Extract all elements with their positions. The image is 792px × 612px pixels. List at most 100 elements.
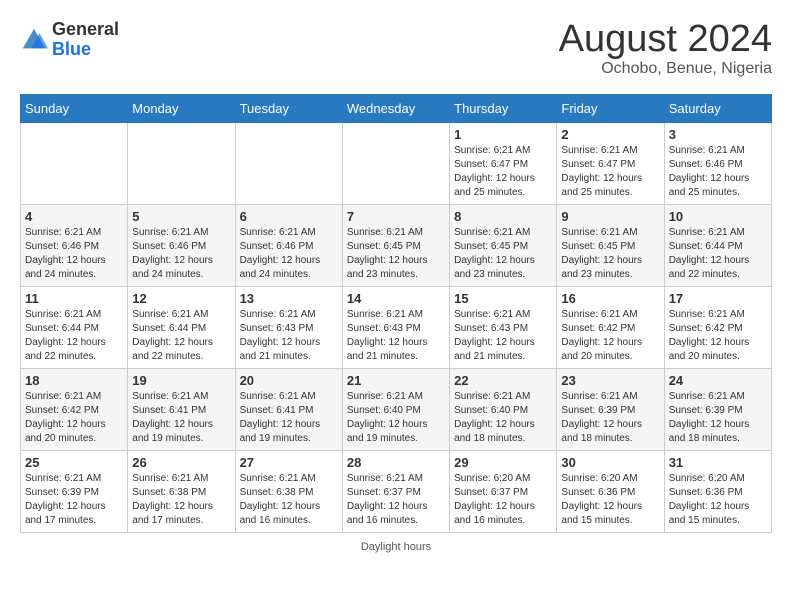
day-info: Sunrise: 6:21 AM Sunset: 6:47 PM Dayligh… [454, 144, 552, 200]
day-info: Sunrise: 6:21 AM Sunset: 6:47 PM Dayligh… [561, 144, 659, 200]
calendar-cell: 9 Sunrise: 6:21 AM Sunset: 6:45 PM Daylig… [557, 205, 664, 287]
day-number: 10 [669, 209, 767, 224]
day-info: Sunrise: 6:21 AM Sunset: 6:41 PM Dayligh… [240, 390, 338, 446]
location-text: Ochobo, Benue, Nigeria [559, 60, 772, 78]
day-number: 14 [347, 291, 445, 306]
calendar-cell: 30 Sunrise: 6:20 AM Sunset: 6:36 PM Dayli… [557, 451, 664, 533]
day-info: Sunrise: 6:21 AM Sunset: 6:39 PM Dayligh… [561, 390, 659, 446]
day-info: Sunrise: 6:21 AM Sunset: 6:43 PM Dayligh… [240, 308, 338, 364]
calendar-week-row: 11 Sunrise: 6:21 AM Sunset: 6:44 PM Dayli… [21, 287, 772, 369]
calendar-cell: 21Sunrise: 6:21 AM Sunset: 6:40 PM Dayli… [342, 369, 449, 451]
day-number: 11 [25, 291, 123, 306]
day-info: Sunrise: 6:21 AM Sunset: 6:45 PM Dayligh… [561, 226, 659, 282]
day-number: 26 [132, 455, 230, 470]
day-number: 9 [561, 209, 659, 224]
day-number: 16 [561, 291, 659, 306]
day-number: 28 [347, 455, 445, 470]
calendar-cell: 12Sunrise: 6:21 AM Sunset: 6:44 PM Dayli… [128, 287, 235, 369]
calendar-cell: 17 Sunrise: 6:21 AM Sunset: 6:42 PM Dayli… [664, 287, 771, 369]
logo-text: General Blue [52, 20, 119, 60]
calendar-cell: 16 Sunrise: 6:21 AM Sunset: 6:42 PM Dayli… [557, 287, 664, 369]
calendar-cell [128, 123, 235, 205]
day-number: 29 [454, 455, 552, 470]
day-info: Sunrise: 6:21 AM Sunset: 6:46 PM Dayligh… [669, 144, 767, 200]
calendar-cell: 27 Sunrise: 6:21 AM Sunset: 6:38 PM Dayli… [235, 451, 342, 533]
day-number: 17 [669, 291, 767, 306]
calendar-cell: 14 Sunrise: 6:21 AM Sunset: 6:43 PM Dayli… [342, 287, 449, 369]
calendar-cell: 15 Sunrise: 6:21 AM Sunset: 6:43 PM Dayli… [450, 287, 557, 369]
logo-icon [20, 26, 48, 54]
calendar-cell: 1 Sunrise: 6:21 AM Sunset: 6:47 PM Daylig… [450, 123, 557, 205]
calendar-cell: 23 Sunrise: 6:21 AM Sunset: 6:39 PM Dayli… [557, 369, 664, 451]
day-number: 21 [347, 373, 445, 388]
calendar-cell: 7 Sunrise: 6:21 AM Sunset: 6:45 PM Daylig… [342, 205, 449, 287]
day-info: Sunrise: 6:21 AM Sunset: 6:43 PM Dayligh… [454, 308, 552, 364]
day-info: Sunrise: 6:21 AM Sunset: 6:39 PM Dayligh… [669, 390, 767, 446]
day-number: 5 [132, 209, 230, 224]
day-info: Sunrise: 6:21 AM Sunset: 6:45 PM Dayligh… [347, 226, 445, 282]
calendar-cell: 26 Sunrise: 6:21 AM Sunset: 6:38 PM Dayli… [128, 451, 235, 533]
day-info: Sunrise: 6:21 AM Sunset: 6:42 PM Dayligh… [669, 308, 767, 364]
day-number: 2 [561, 127, 659, 142]
day-info: Sunrise: 6:21 AM Sunset: 6:46 PM Dayligh… [240, 226, 338, 282]
calendar-day-header: Friday [557, 95, 664, 123]
day-info: Sunrise: 6:21 AM Sunset: 6:41 PM Dayligh… [132, 390, 230, 446]
day-number: 1 [454, 127, 552, 142]
day-info: Sunrise: 6:21 AM Sunset: 6:42 PM Dayligh… [25, 390, 123, 446]
day-number: 4 [25, 209, 123, 224]
day-info: Sunrise: 6:21 AM Sunset: 6:44 PM Dayligh… [132, 308, 230, 364]
day-number: 23 [561, 373, 659, 388]
calendar-day-header: Thursday [450, 95, 557, 123]
day-number: 6 [240, 209, 338, 224]
day-number: 24 [669, 373, 767, 388]
calendar-cell: 28 Sunrise: 6:21 AM Sunset: 6:37 PM Dayli… [342, 451, 449, 533]
day-number: 30 [561, 455, 659, 470]
calendar-week-row: 25Sunrise: 6:21 AM Sunset: 6:39 PM Dayli… [21, 451, 772, 533]
calendar-cell: 29Sunrise: 6:20 AM Sunset: 6:37 PM Dayli… [450, 451, 557, 533]
day-number: 15 [454, 291, 552, 306]
calendar-table: SundayMondayTuesdayWednesdayThursdayFrid… [20, 94, 772, 533]
day-info: Sunrise: 6:21 AM Sunset: 6:44 PM Dayligh… [25, 308, 123, 364]
calendar-cell [235, 123, 342, 205]
day-info: Sunrise: 6:20 AM Sunset: 6:36 PM Dayligh… [669, 472, 767, 528]
footer: Daylight hours [20, 541, 772, 553]
logo-blue-text: Blue [52, 40, 119, 60]
footer-text: Daylight hours [361, 541, 431, 553]
calendar-cell: 31Sunrise: 6:20 AM Sunset: 6:36 PM Dayli… [664, 451, 771, 533]
calendar-week-row: 4 Sunrise: 6:21 AM Sunset: 6:46 PM Daylig… [21, 205, 772, 287]
day-info: Sunrise: 6:21 AM Sunset: 6:46 PM Dayligh… [132, 226, 230, 282]
logo: General Blue [20, 20, 119, 60]
calendar-day-header: Monday [128, 95, 235, 123]
calendar-cell: 19 Sunrise: 6:21 AM Sunset: 6:41 PM Dayli… [128, 369, 235, 451]
calendar-day-header: Tuesday [235, 95, 342, 123]
day-number: 7 [347, 209, 445, 224]
calendar-cell: 18 Sunrise: 6:21 AM Sunset: 6:42 PM Dayli… [21, 369, 128, 451]
day-number: 19 [132, 373, 230, 388]
calendar-day-header: Sunday [21, 95, 128, 123]
calendar-cell [342, 123, 449, 205]
day-info: Sunrise: 6:20 AM Sunset: 6:36 PM Dayligh… [561, 472, 659, 528]
day-info: Sunrise: 6:21 AM Sunset: 6:43 PM Dayligh… [347, 308, 445, 364]
page-header: General Blue August 2024 Ochobo, Benue, … [20, 20, 772, 78]
calendar-cell: 5 Sunrise: 6:21 AM Sunset: 6:46 PM Daylig… [128, 205, 235, 287]
day-number: 27 [240, 455, 338, 470]
day-info: Sunrise: 6:21 AM Sunset: 6:42 PM Dayligh… [561, 308, 659, 364]
calendar-week-row: 18 Sunrise: 6:21 AM Sunset: 6:42 PM Dayli… [21, 369, 772, 451]
calendar-header-row: SundayMondayTuesdayWednesdayThursdayFrid… [21, 95, 772, 123]
day-number: 20 [240, 373, 338, 388]
logo-general-text: General [52, 20, 119, 40]
calendar-cell: 13Sunrise: 6:21 AM Sunset: 6:43 PM Dayli… [235, 287, 342, 369]
day-number: 22 [454, 373, 552, 388]
calendar-cell: 8 Sunrise: 6:21 AM Sunset: 6:45 PM Daylig… [450, 205, 557, 287]
day-info: Sunrise: 6:21 AM Sunset: 6:38 PM Dayligh… [132, 472, 230, 528]
day-number: 8 [454, 209, 552, 224]
day-info: Sunrise: 6:21 AM Sunset: 6:45 PM Dayligh… [454, 226, 552, 282]
day-info: Sunrise: 6:21 AM Sunset: 6:38 PM Dayligh… [240, 472, 338, 528]
calendar-cell: 24 Sunrise: 6:21 AM Sunset: 6:39 PM Dayli… [664, 369, 771, 451]
day-info: Sunrise: 6:21 AM Sunset: 6:37 PM Dayligh… [347, 472, 445, 528]
calendar-day-header: Saturday [664, 95, 771, 123]
month-title: August 2024 [559, 20, 772, 58]
title-block: August 2024 Ochobo, Benue, Nigeria [559, 20, 772, 78]
calendar-cell: 4Sunrise: 6:21 AM Sunset: 6:46 PM Daylig… [21, 205, 128, 287]
day-number: 18 [25, 373, 123, 388]
